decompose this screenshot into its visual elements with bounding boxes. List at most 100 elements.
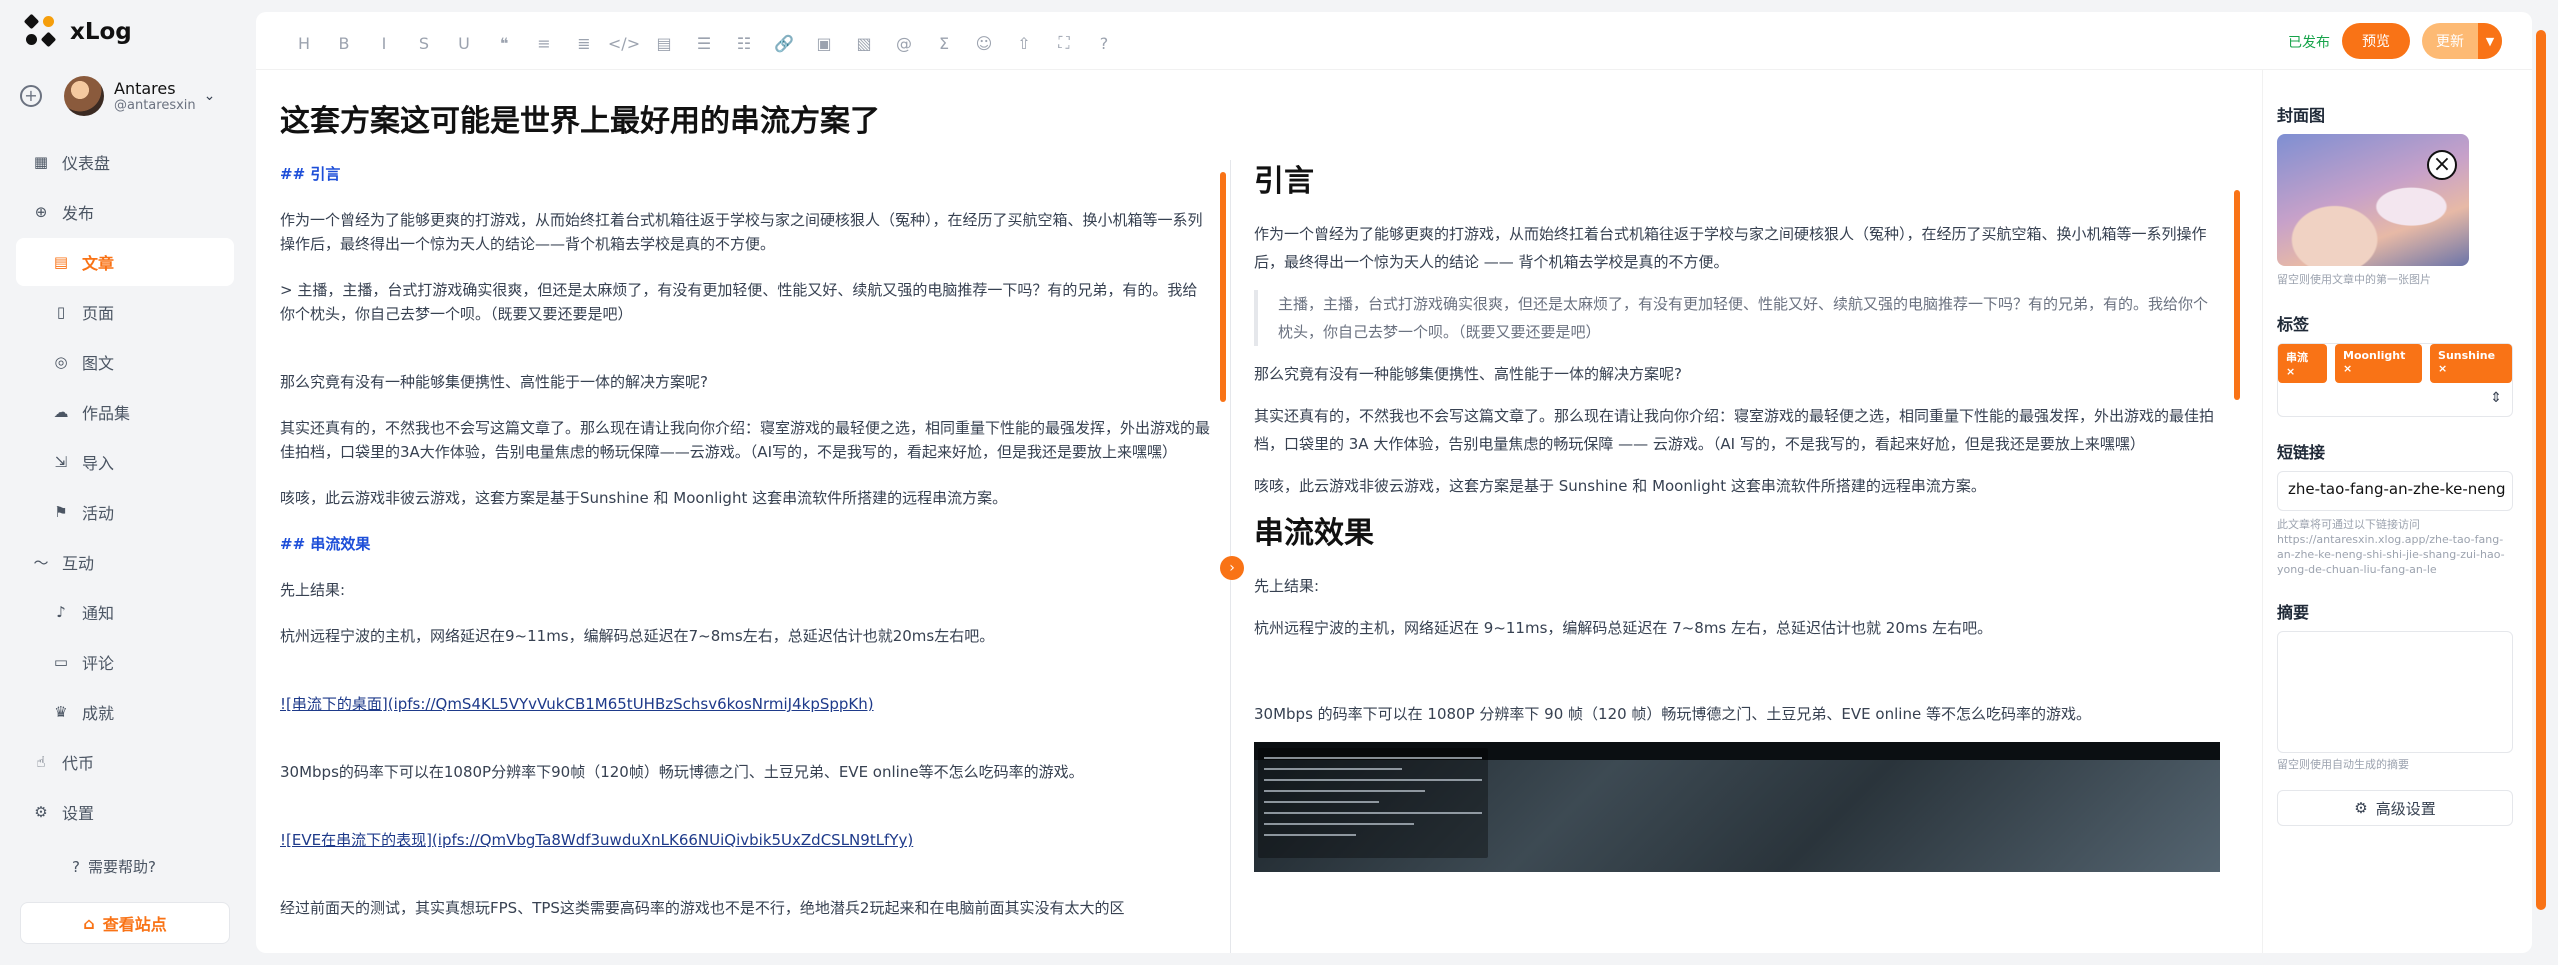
sidebar: xLog + Antares @antaresxin ⌄ ▦ 仪表盘 ⊕ 发布 … xyxy=(0,0,254,965)
page-scrollbar[interactable] xyxy=(2536,30,2546,950)
close-icon[interactable]: × xyxy=(2343,362,2352,375)
italic-icon[interactable]: I xyxy=(364,31,404,55)
markdown-editor[interactable]: ## 引言 作为一个曾经为了能够更爽的打游戏，从而始终扛着台式机箱往返于学校与家… xyxy=(280,162,1210,952)
status-badge: 已发布 xyxy=(2288,35,2330,51)
preview-heading: 串流效果 xyxy=(1254,516,1374,551)
slug-hint: 此文章将可通过以下链接访问 https://antaresxin.xlog.ap… xyxy=(2277,518,2505,576)
close-icon[interactable]: × xyxy=(2427,150,2457,180)
bell-icon: ♪ xyxy=(56,603,66,621)
preview-paragraph: 咳咳，此云游戏非彼云游戏，这套方案是基于 Sunshine 和 Moonligh… xyxy=(1254,477,1986,495)
sidebar-item-label: 作品集 xyxy=(82,404,131,423)
preview-paragraph: 作为一个曾经为了能够更爽的打游戏，从而始终扛着台式机箱往返于学校与家之间硬核狠人… xyxy=(1254,225,2207,271)
sidebar-item-label: 成就 xyxy=(82,704,115,723)
ordered-list-icon[interactable]: ☷ xyxy=(724,31,764,55)
md-paragraph: 先上结果: xyxy=(280,581,346,599)
close-icon[interactable]: × xyxy=(2286,365,2295,378)
md-paragraph: 杭州远程宁波的主机，网络延迟在9~11ms，编解码总延迟在7~8ms左右，总延迟… xyxy=(280,627,995,645)
avatar xyxy=(64,76,104,116)
mention-icon[interactable]: @ xyxy=(884,31,924,55)
sidebar-item-label: 通知 xyxy=(82,604,115,623)
select-arrows-icon[interactable]: ⇕ xyxy=(2490,390,2502,406)
md-image-link[interactable]: ![串流下的桌面](ipfs://QmS4KL5VYvVukCB1M65tUHB… xyxy=(280,692,1210,716)
formula-icon[interactable]: Σ xyxy=(924,31,964,55)
post-title-input[interactable]: 这套方案这可能是世界上最好用的串流方案了 xyxy=(280,96,880,140)
chevron-down-icon[interactable]: ▼ xyxy=(2478,23,2502,59)
summary-hint: 留空则使用自动生成的摘要 xyxy=(2277,758,2409,771)
strikethrough-icon[interactable]: S xyxy=(404,31,444,55)
document-icon: ▤ xyxy=(53,253,69,271)
emoji-icon[interactable]: ☺ xyxy=(964,31,1004,55)
link-icon[interactable]: 🔗 xyxy=(764,31,804,55)
close-icon[interactable]: × xyxy=(2438,362,2447,375)
tags-field[interactable]: 串流 × Moonlight × Sunshine × ⇕ xyxy=(2277,343,2513,417)
editor-scrollbar[interactable] xyxy=(1220,160,1226,950)
underline-icon[interactable]: U xyxy=(444,31,484,55)
sidebar-item-portfolio[interactable]: ☁ 作品集 xyxy=(16,388,234,436)
sidebar-item-label: 图文 xyxy=(82,354,115,373)
help-link[interactable]: ? 需要帮助? xyxy=(72,856,156,877)
summary-textarea[interactable] xyxy=(2277,631,2513,753)
tag-chip[interactable]: Sunshine × xyxy=(2430,344,2512,383)
sidebar-item-achievements[interactable]: ♛ 成就 xyxy=(16,688,234,736)
view-site-button[interactable]: ⌂ 查看站点 xyxy=(20,902,230,944)
sidebar-item-events[interactable]: ⚑ 活动 xyxy=(16,488,234,536)
fullscreen-icon[interactable]: ⛶ xyxy=(1044,31,1084,55)
code-icon[interactable]: </> xyxy=(604,31,644,55)
align-left-icon[interactable]: ≡ xyxy=(524,31,564,55)
preview-paragraph: 杭州远程宁波的主机，网络延迟在 9~11ms，编解码总延迟在 7~8ms 左右，… xyxy=(1254,619,1993,637)
add-site-icon[interactable]: + xyxy=(20,85,42,107)
table-icon[interactable]: ▤ xyxy=(644,31,684,55)
quote-icon[interactable]: ❝ xyxy=(484,31,524,55)
editor-panel: H B I S U ❝ ≡ ≣ </> ▤ ☰ ☷ 🔗 ▣ ▧ @ Σ ☺ ⇧ ⛶? 已发布 预览 更新 ▼ 这套方案… xyxy=(256,12,2532,953)
sidebar-item-comments[interactable]: ▭ 评论 xyxy=(16,638,234,686)
chevron-down-icon[interactable]: ⌄ xyxy=(204,88,216,104)
slug-input[interactable]: zhe-tao-fang-an-zhe-ke-neng xyxy=(2277,471,2513,511)
md-paragraph: 那么究竟有没有一种能够集便携性、高性能于一体的解决方案呢? xyxy=(280,373,708,391)
app-logo[interactable]: xLog xyxy=(23,13,132,48)
question-icon: ? xyxy=(72,857,80,876)
sidebar-item-label: 仪表盘 xyxy=(62,154,111,173)
unordered-list-icon[interactable]: ☰ xyxy=(684,31,724,55)
sidebar-item-interact[interactable]: 〜 互动 xyxy=(16,538,234,586)
md-image-link[interactable]: ![EVE在串流下的表现](ipfs://QmVbgTa8Wdf3uwduXnL… xyxy=(280,828,1210,852)
preview-paragraph: 其实还真有的，不然我也不会写这篇文章了。那么现在请让我向你介绍：寝室游戏的最轻便… xyxy=(1254,407,2215,453)
picture-icon[interactable]: ▧ xyxy=(844,31,884,55)
align-right-icon[interactable]: ≣ xyxy=(564,31,604,55)
sidebar-item-notifications[interactable]: ♪ 通知 xyxy=(16,588,234,636)
update-button[interactable]: 更新 ▼ xyxy=(2422,23,2502,59)
sidebar-nav: ▦ 仪表盘 ⊕ 发布 ▤ 文章 ▯ 页面 ◎ 图文 ☁ 作品集 ⇲ 导入 ⚑ 活 xyxy=(16,138,234,838)
preview-paragraph: 30Mbps 的码率下可以在 1080P 分辨率下 90 帧（120 帧）畅玩博… xyxy=(1254,705,2091,723)
help-icon[interactable]: ? xyxy=(1084,31,1124,55)
plus-circle-icon: ⊕ xyxy=(34,203,48,221)
editor-toolbar: H B I S U ❝ ≡ ≣ </> ▤ ☰ ☷ 🔗 ▣ ▧ @ Σ ☺ ⇧ ⛶? 已发布 预览 更新 ▼ xyxy=(256,12,2532,70)
advanced-settings-button[interactable]: ⚙ 高级设置 xyxy=(2277,790,2513,826)
sidebar-item-pages[interactable]: ▯ 页面 xyxy=(16,288,234,336)
sidebar-item-label: 文章 xyxy=(82,254,115,273)
sidebar-item-publish[interactable]: ⊕ 发布 xyxy=(16,188,234,236)
sidebar-item-token[interactable]: ☝ 代币 xyxy=(16,738,234,786)
cover-image[interactable]: × xyxy=(2277,134,2469,266)
import-icon: ⇲ xyxy=(54,453,68,471)
sidebar-item-photos[interactable]: ◎ 图文 xyxy=(16,338,234,386)
tag-chip[interactable]: 串流 × xyxy=(2278,344,2327,383)
sidebar-item-label: 活动 xyxy=(82,504,115,523)
bold-icon[interactable]: B xyxy=(324,31,364,55)
sidebar-item-dashboard[interactable]: ▦ 仪表盘 xyxy=(16,138,234,186)
image-icon[interactable]: ▣ xyxy=(804,31,844,55)
preview-scrollbar[interactable] xyxy=(2234,162,2240,952)
preview-button[interactable]: 预览 xyxy=(2342,23,2410,59)
sidebar-item-articles[interactable]: ▤ 文章 xyxy=(16,238,234,286)
heading-icon[interactable]: H xyxy=(284,31,324,55)
comment-icon: ▭ xyxy=(53,653,69,671)
sync-scroll-icon[interactable]: › xyxy=(1220,556,1244,580)
tag-chip[interactable]: Moonlight × xyxy=(2335,344,2423,383)
page-icon: ▯ xyxy=(56,303,66,321)
camera-icon: ◎ xyxy=(54,353,68,371)
account-handle: @antaresxin xyxy=(114,98,196,113)
upload-icon[interactable]: ⇧ xyxy=(1004,31,1044,55)
account-switcher[interactable]: + Antares @antaresxin ⌄ xyxy=(20,76,240,116)
sidebar-item-label: 设置 xyxy=(62,804,95,823)
sidebar-item-settings[interactable]: ⚙ 设置 xyxy=(16,788,234,836)
app-name: xLog xyxy=(70,19,132,45)
sidebar-item-import[interactable]: ⇲ 导入 xyxy=(16,438,234,486)
